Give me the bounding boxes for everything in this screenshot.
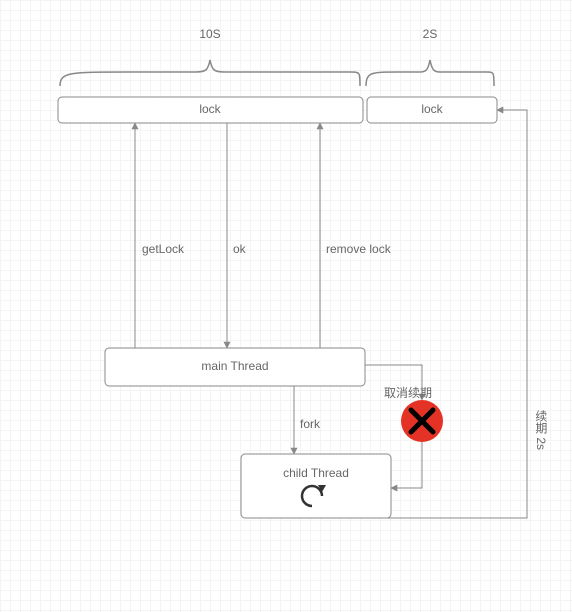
brace-1: [60, 60, 360, 86]
arrow-remove-lock-label: remove lock: [326, 242, 392, 256]
child-thread-label: child Thread: [283, 466, 349, 480]
arrow-cancel-to-child: [391, 442, 422, 488]
arrow-ok-label: ok: [233, 242, 247, 256]
diagram-canvas: 10S 2S lock lock main Thread child Threa…: [0, 0, 572, 612]
arrow-renew-label: 续期 2s: [534, 410, 548, 450]
brace-2: [366, 60, 494, 86]
arrow-cancel-label: 取消续期: [384, 386, 432, 400]
lock-box-1-label: lock: [199, 102, 221, 116]
cancel-icon: [401, 400, 443, 442]
brace-2-label: 2S: [423, 27, 438, 41]
main-thread-label: main Thread: [201, 359, 268, 373]
brace-1-label: 10S: [199, 27, 220, 41]
arrow-fork-label: fork: [300, 417, 321, 431]
arrow-getlock-label: getLock: [142, 242, 185, 256]
lock-box-2-label: lock: [421, 102, 443, 116]
